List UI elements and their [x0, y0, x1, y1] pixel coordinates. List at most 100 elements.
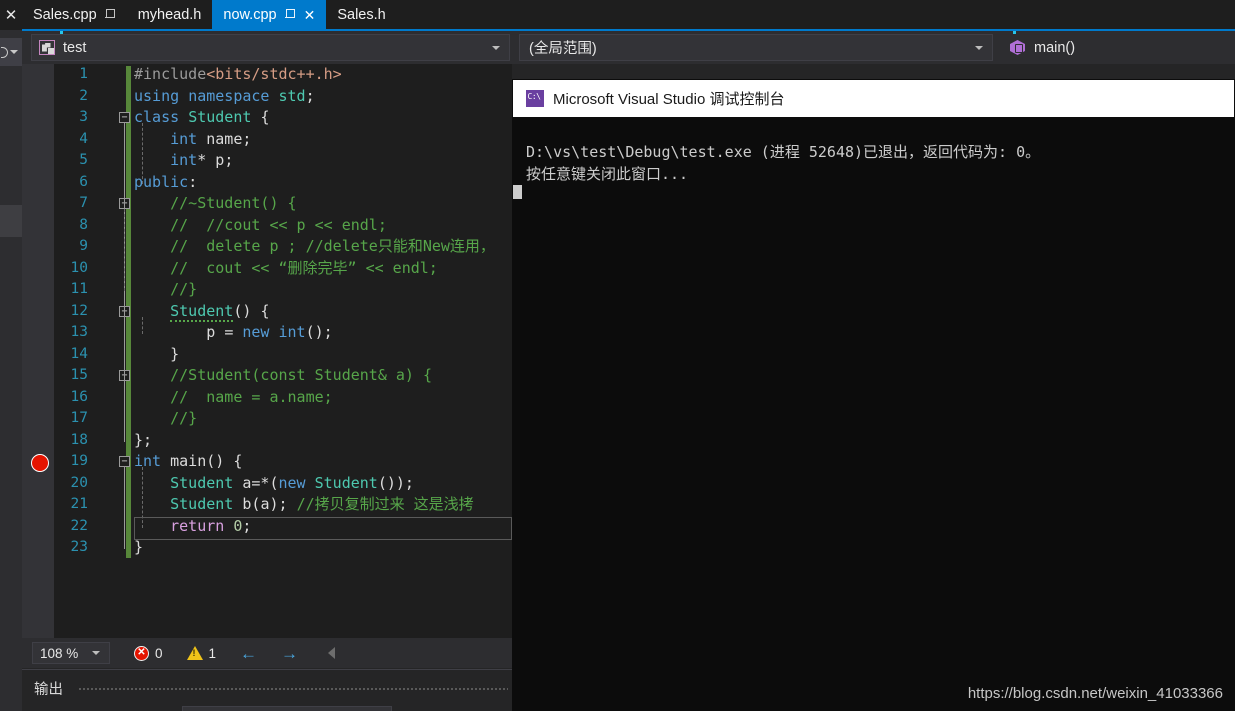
navigate-forward-button[interactable]: → — [281, 645, 298, 662]
error-count-group[interactable]: ✕ 0 — [134, 645, 163, 661]
code-line: Student() { — [170, 301, 270, 322]
close-icon[interactable]: ✕ — [0, 0, 22, 30]
line-number: 7 — [79, 195, 88, 211]
line-number: 21 — [70, 496, 88, 512]
line-number: 8 — [79, 216, 88, 233]
scope-selector[interactable]: (全局范围) — [519, 34, 993, 61]
visual-studio-window: ✕ Sales.cpp myhead.h now.cpp ✕ Sales.h test … — [0, 0, 1235, 711]
left-strip-highlight — [0, 205, 22, 237]
code-line: // name = a.name; — [170, 387, 333, 406]
project-icon — [39, 40, 55, 55]
tab-label: Sales.h — [337, 7, 386, 23]
fold-toggle[interactable]: − — [119, 112, 130, 123]
debug-console-window[interactable]: Microsoft Visual Studio 调试控制台 D:\vs\test… — [512, 79, 1235, 711]
line-number: 2 — [79, 87, 88, 104]
code-text-area[interactable]: #include<bits/stdc++.h> using namespace s… — [119, 64, 512, 638]
indent-guide — [124, 316, 125, 356]
navigate-back-button[interactable]: ← — [240, 645, 257, 662]
code-line: class Student { — [134, 108, 270, 126]
pin-icon[interactable] — [284, 9, 296, 21]
project-selector[interactable]: test — [31, 34, 510, 61]
error-icon: ✕ — [134, 645, 149, 661]
indent-guide — [124, 381, 125, 420]
fold-toggle[interactable]: − — [119, 456, 130, 467]
tab-myhead-h[interactable]: myhead.h — [126, 0, 213, 30]
tab-label: myhead.h — [137, 7, 202, 23]
code-line: int name; — [170, 129, 252, 148]
tab-close-icon[interactable]: ✕ — [304, 8, 316, 22]
code-line: Student b(a); //拷贝复制过来 这是浅拷 — [170, 495, 474, 513]
tab-label: Sales.cpp — [33, 7, 97, 23]
code-line: #include<bits/stdc++.h> — [134, 65, 342, 83]
code-line: }; — [134, 430, 153, 449]
code-line: //} — [170, 280, 198, 298]
line-number: 13 — [70, 324, 88, 340]
warning-count: 1 — [208, 645, 217, 661]
chevron-down-icon — [492, 45, 500, 50]
line-number: 12 — [70, 302, 88, 319]
line-number: 6 — [79, 173, 88, 190]
zoom-level-selector[interactable]: 108 % — [32, 642, 110, 664]
code-line: //~Student() { — [170, 194, 297, 212]
line-number: 22 — [70, 517, 88, 534]
tab-sales-cpp[interactable]: Sales.cpp — [22, 0, 127, 30]
line-number-column: 1 2 3 4 5 6 7 8 9 10 11 12 13 14 15 16 17 18 19 20 21 22 23 — [54, 64, 94, 638]
line-number: 17 — [70, 410, 88, 426]
code-line: // cout << “删除完毕” << endl; — [170, 258, 438, 277]
line-number: 3 — [79, 109, 88, 125]
chevron-down-icon — [975, 45, 983, 50]
code-line: } — [170, 344, 180, 363]
code-line: // //cout << p << endl; — [170, 215, 387, 234]
code-editor[interactable]: 1 2 3 4 5 6 7 8 9 10 11 12 13 14 15 16 17 18 19 20 21 22 23 #i… — [22, 64, 512, 638]
line-number: 9 — [79, 238, 88, 254]
code-line: public: — [134, 172, 198, 191]
pin-icon[interactable] — [104, 9, 116, 21]
line-number: 18 — [70, 431, 88, 448]
chevron-down-icon — [92, 651, 100, 655]
indent-guide — [142, 123, 143, 184]
watermark-text: https://blog.csdn.net/weixin_41033366 — [967, 685, 1223, 702]
partial-icon — [1, 46, 8, 58]
console-icon — [526, 90, 544, 107]
line-number: 23 — [70, 539, 88, 555]
nav-indicator-dot-left — [60, 31, 63, 34]
output-panel: 输出 — [22, 669, 512, 711]
warning-icon — [186, 646, 203, 660]
scroll-left-button[interactable] — [328, 647, 336, 659]
console-line: 按任意键关闭此窗口... — [526, 165, 689, 183]
line-number: 16 — [70, 388, 88, 405]
partial-dropdown-left[interactable] — [0, 38, 22, 66]
output-source-dropdown[interactable] — [182, 706, 392, 711]
line-number: 19 — [70, 453, 88, 469]
tab-sales-h[interactable]: Sales.h — [326, 0, 397, 30]
nav-indicator-dot — [1013, 31, 1016, 34]
line-number: 20 — [70, 474, 88, 491]
console-title-text: Microsoft Visual Studio 调试控制台 — [553, 91, 785, 108]
console-cursor — [513, 185, 522, 199]
code-line: // delete p ; //delete只能和New连用， — [170, 237, 495, 255]
code-line: int main() { — [134, 452, 243, 470]
code-line: Student a=*(new Student()); — [170, 473, 414, 492]
console-title-bar: Microsoft Visual Studio 调试控制台 — [513, 80, 1234, 117]
breakpoint-gutter[interactable] — [22, 64, 54, 638]
console-line: D:\vs\test\Debug\test.exe (进程 52648)已退出，… — [526, 143, 1041, 161]
indent-guide — [142, 316, 143, 334]
breakpoint-marker[interactable] — [31, 454, 49, 472]
indent-guide — [124, 467, 125, 549]
editor-tab-bar: Sales.cpp myhead.h now.cpp ✕ Sales.h — [22, 0, 1235, 30]
line-number: 1 — [79, 66, 88, 82]
code-line: int* p; — [170, 151, 234, 169]
member-selector[interactable]: main() — [1001, 34, 1231, 61]
zoom-level-label: 108 % — [40, 645, 79, 661]
chevron-down-icon — [10, 50, 18, 54]
code-line: } — [134, 538, 144, 556]
line-number: 5 — [79, 152, 88, 168]
line-number: 15 — [70, 367, 88, 383]
method-icon — [1010, 40, 1025, 55]
navigation-bar: test (全局范围) main() — [22, 31, 1235, 64]
code-line: //Student(const Student& a) { — [170, 366, 433, 384]
tab-now-cpp[interactable]: now.cpp ✕ — [212, 0, 327, 30]
warning-count-group[interactable]: 1 — [186, 645, 217, 661]
left-dock-strip: ✕ — [0, 0, 22, 711]
code-line: using namespace std; — [134, 86, 315, 105]
